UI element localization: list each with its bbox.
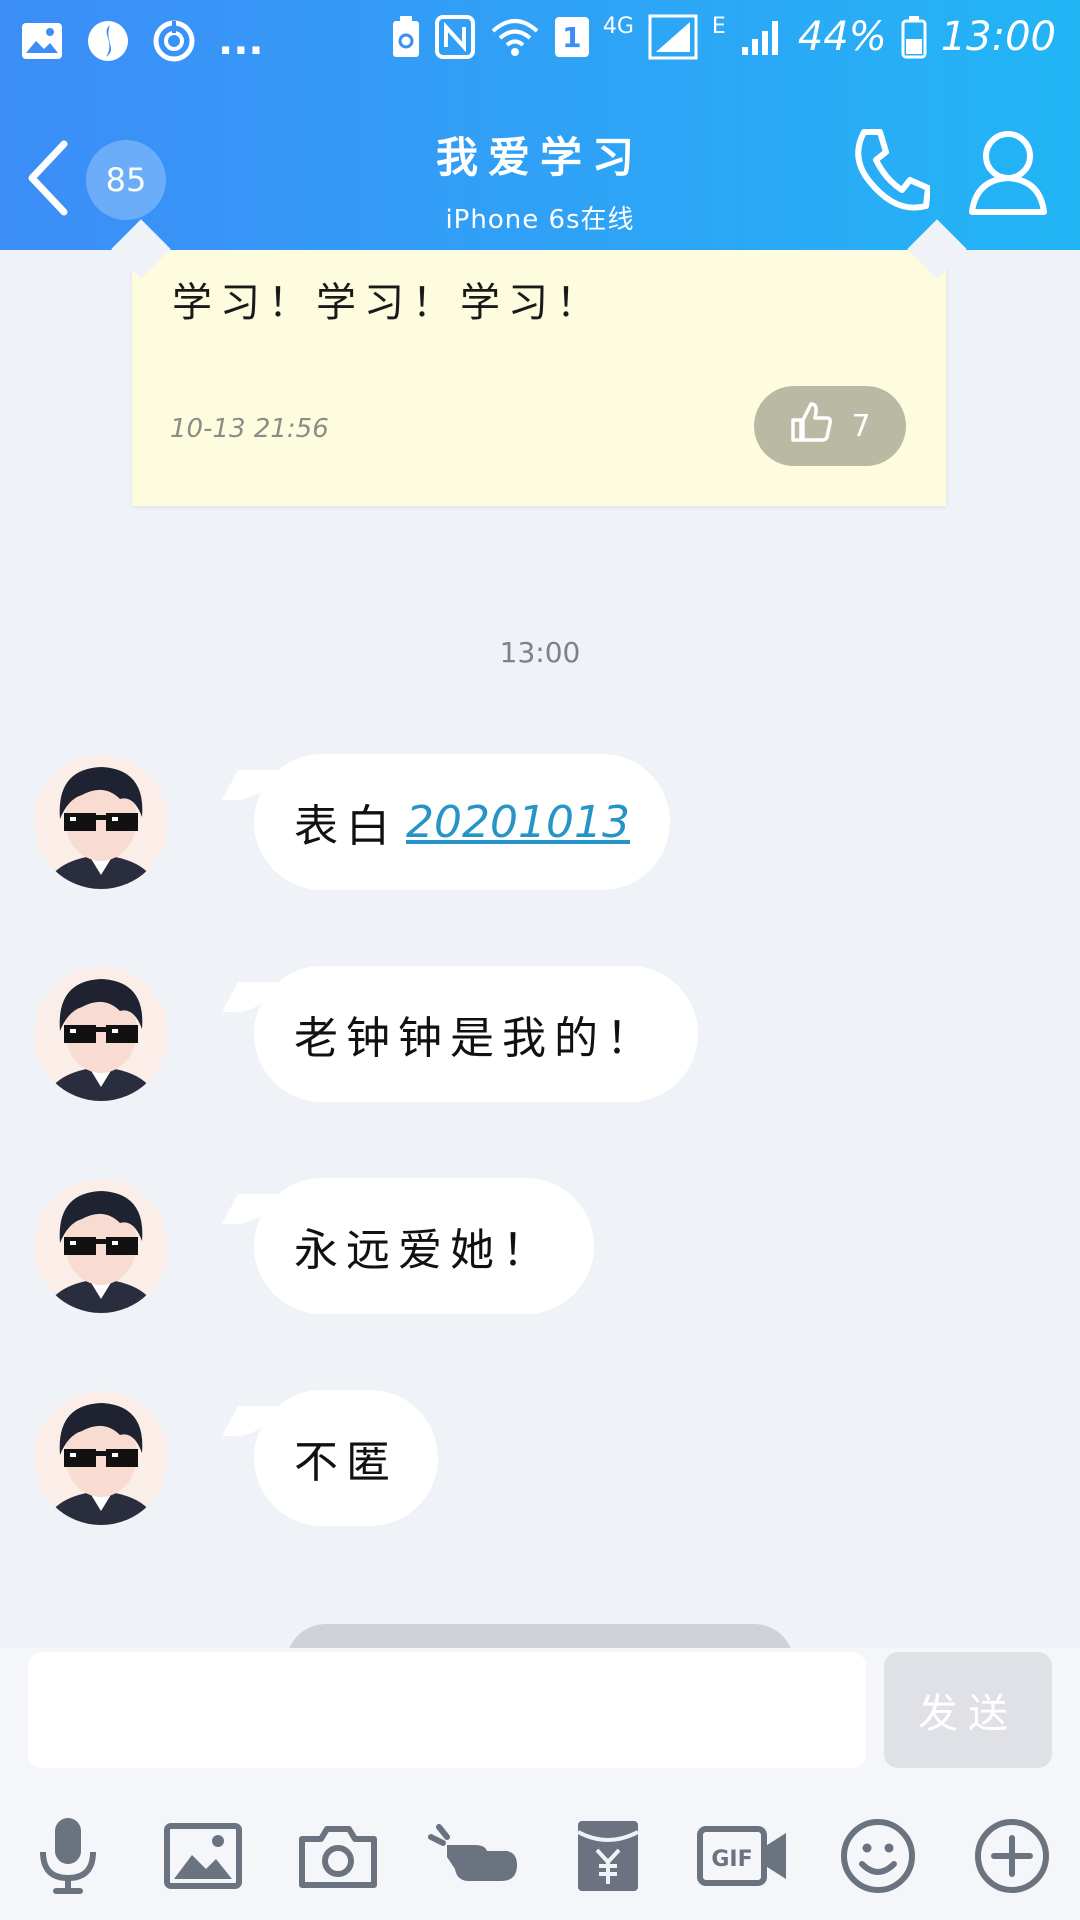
network-e-label: E xyxy=(711,14,726,39)
message-text: 永远爱她！ xyxy=(294,1225,554,1276)
avatar[interactable] xyxy=(34,1179,168,1313)
like-button[interactable]: 7 xyxy=(754,386,906,466)
red-packet-icon xyxy=(575,1818,641,1898)
message-text: 老钟钟是我的！ xyxy=(294,1013,658,1064)
gif-icon: GIF xyxy=(697,1823,789,1893)
signal-sim2-icon xyxy=(740,17,784,57)
message-bubble[interactable]: 不匿 xyxy=(254,1390,438,1526)
message-text: 不匿 xyxy=(294,1437,398,1488)
thumbs-up-icon xyxy=(789,400,833,452)
camera-button[interactable] xyxy=(288,1808,388,1908)
microphone-icon xyxy=(33,1816,103,1900)
message-row: 不匿 xyxy=(34,1390,438,1526)
nfc-icon xyxy=(434,15,475,59)
message-row: 永远爱她！ xyxy=(34,1178,594,1314)
group-note-card[interactable]: 学习！学习！学习！ 10-13 21:56 7 xyxy=(111,219,967,506)
more-functions-button[interactable] xyxy=(962,1808,1062,1908)
poke-button[interactable] xyxy=(423,1808,523,1908)
camera-icon xyxy=(299,1823,377,1893)
chat-title-block: 我爱学习 iPhone 6s在线 xyxy=(290,124,790,236)
battery-icon xyxy=(901,15,927,59)
phone-icon xyxy=(846,129,931,222)
network-4g-label: 4G xyxy=(602,14,634,39)
album-button[interactable] xyxy=(153,1808,253,1908)
avatar[interactable] xyxy=(34,967,168,1101)
svg-text:GIF: GIF xyxy=(711,1847,752,1872)
message-bubble[interactable]: 表白 20201013 xyxy=(254,754,670,890)
plus-icon xyxy=(974,1818,1050,1898)
message-row: 老钟钟是我的！ xyxy=(34,966,698,1102)
status-bar: ... 1 4G E 44% 13:00 xyxy=(0,0,1080,88)
status-bar-notifications: ... xyxy=(20,18,264,64)
more-notifications-label: ... xyxy=(218,18,264,64)
input-toolbar: GIF xyxy=(0,1808,1080,1918)
clock: 13:00 xyxy=(940,14,1056,60)
image-icon xyxy=(164,1823,242,1893)
chevron-left-icon xyxy=(24,140,72,220)
emoji-button[interactable] xyxy=(828,1808,928,1908)
avatar[interactable] xyxy=(34,755,168,889)
battery-saver-icon xyxy=(391,15,421,59)
chat-subtitle: iPhone 6s在线 xyxy=(445,205,635,235)
note-text: 学习！学习！学习！ xyxy=(172,280,604,326)
app-notification-icon xyxy=(86,19,130,63)
gif-button[interactable]: GIF xyxy=(693,1808,793,1908)
message-link[interactable]: 20201013 xyxy=(406,797,630,848)
like-count: 7 xyxy=(851,408,871,444)
sync-notification-icon xyxy=(152,19,196,63)
red-packet-button[interactable] xyxy=(558,1808,658,1908)
message-input[interactable] xyxy=(28,1652,866,1768)
status-bar-system: 1 4G E 44% 13:00 xyxy=(391,14,1056,60)
input-area: 发送 GIF xyxy=(0,1648,1080,1920)
message-text: 表白 xyxy=(294,801,398,852)
chat-header: ... 1 4G E 44% 13:00 85 我爱学习 iPhone 6s在线 xyxy=(0,0,1080,250)
battery-percent: 44% xyxy=(797,14,887,60)
chat-title: 我爱学习 xyxy=(435,133,644,182)
profile-button[interactable] xyxy=(966,122,1050,218)
avatar[interactable] xyxy=(34,1391,168,1525)
gallery-notification-icon xyxy=(20,21,64,61)
note-time: 10-13 21:56 xyxy=(170,414,329,444)
emoji-icon xyxy=(840,1818,916,1898)
message-bubble[interactable]: 老钟钟是我的！ xyxy=(254,966,698,1102)
person-icon xyxy=(966,131,1050,222)
title-bar: 85 我爱学习 iPhone 6s在线 xyxy=(0,100,1080,250)
message-row: 表白 20201013 xyxy=(34,754,670,890)
send-button[interactable]: 发送 xyxy=(884,1652,1052,1768)
signal-sim1-icon xyxy=(648,14,698,60)
wifi-icon xyxy=(489,15,541,59)
voice-call-button[interactable] xyxy=(846,122,931,218)
voice-input-button[interactable] xyxy=(18,1808,118,1908)
message-timestamp: 13:00 xyxy=(499,636,581,669)
back-button[interactable]: 85 xyxy=(24,130,174,230)
poke-icon xyxy=(425,1823,521,1893)
message-bubble[interactable]: 永远爱她！ xyxy=(254,1178,594,1314)
sim-slot-icon: 1 xyxy=(554,17,589,57)
unread-count-badge: 85 xyxy=(86,140,166,220)
